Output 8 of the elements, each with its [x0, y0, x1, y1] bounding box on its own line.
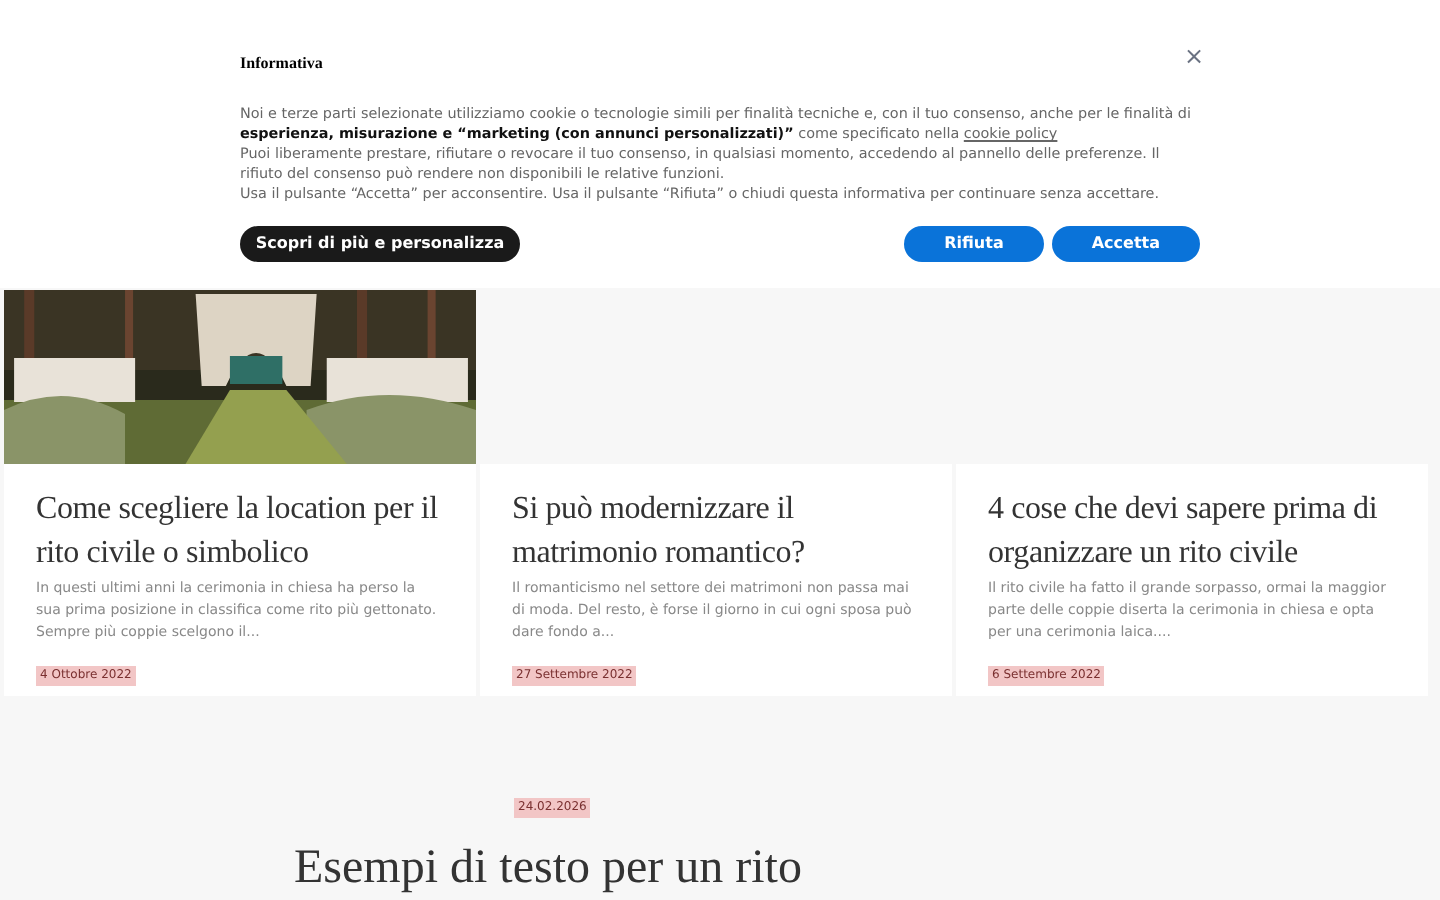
- banner-title: Informativa: [240, 52, 323, 76]
- post-title[interactable]: 4 cose che devi sapere prima di organizzare un rito civile: [988, 488, 1396, 576]
- customize-button[interactable]: Scopri di più e personalizza: [240, 226, 520, 262]
- consent-button[interactable]: Accetta: [1051, 226, 1200, 262]
- consent-button[interactable]: Rifiuta: [904, 226, 1044, 262]
- post-title[interactable]: Si può modernizzare il matrimonio romantico?: [512, 488, 920, 576]
- post-title[interactable]: Come scegliere la location per il rito civile o simbolico: [36, 488, 444, 576]
- featured-title[interactable]: Esempi di testo per un rito: [294, 840, 1440, 896]
